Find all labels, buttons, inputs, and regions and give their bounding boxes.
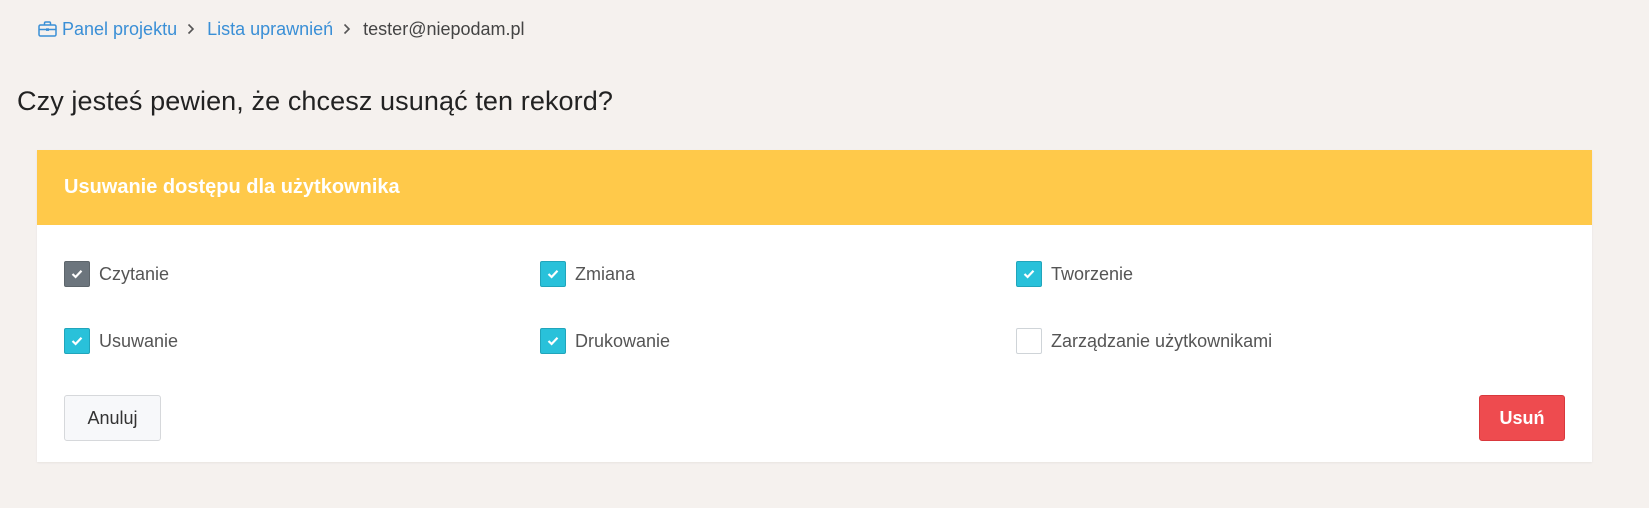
permission-user-management[interactable]: Zarządzanie użytkownikami — [1016, 328, 1272, 354]
print-checkbox[interactable] — [540, 328, 566, 354]
page-title: Czy jesteś pewien, że chcesz usunąć ten … — [17, 86, 613, 116]
check-icon — [547, 270, 559, 279]
delete-checkbox[interactable] — [64, 328, 90, 354]
chevron-right-icon — [343, 23, 351, 35]
user-management-label: Zarządzanie użytkownikami — [1051, 330, 1273, 351]
breadcrumb: Panel projektu Lista uprawnień tester@ni… — [38, 16, 525, 42]
delete-access-card: Usuwanie dostępu dla użytkownika Czytani… — [37, 150, 1592, 462]
change-label: Zmiana — [575, 263, 636, 284]
permission-change[interactable]: Zmiana — [540, 261, 635, 287]
create-label: Tworzenie — [1051, 263, 1134, 284]
create-checkbox[interactable] — [1016, 261, 1042, 287]
change-checkbox[interactable] — [540, 261, 566, 287]
delete-label: Usuwanie — [99, 330, 179, 351]
permission-read[interactable]: Czytanie — [64, 261, 169, 287]
check-icon — [1023, 270, 1035, 279]
breadcrumb-project-panel-link[interactable]: Panel projektu — [38, 19, 177, 40]
print-label: Drukowanie — [575, 330, 671, 351]
breadcrumb-permissions-list-link[interactable]: Lista uprawnień — [207, 19, 333, 40]
card-header-title: Usuwanie dostępu dla użytkownika — [64, 176, 400, 198]
breadcrumb-current-user: tester@niepodam.pl — [363, 18, 525, 39]
briefcase-icon — [38, 21, 57, 37]
breadcrumb-project-panel-label: Panel projektu — [62, 18, 178, 39]
card-header: Usuwanie dostępu dla użytkownika — [37, 150, 1592, 225]
permission-delete[interactable]: Usuwanie — [64, 328, 178, 354]
permission-create[interactable]: Tworzenie — [1016, 261, 1133, 287]
chevron-right-icon — [187, 23, 195, 35]
permission-print[interactable]: Drukowanie — [540, 328, 670, 354]
read-label: Czytanie — [99, 263, 170, 284]
cancel-button[interactable]: Anuluj — [64, 395, 161, 441]
delete-button[interactable]: Usuń — [1479, 395, 1565, 441]
check-icon — [71, 337, 83, 346]
check-icon — [71, 270, 83, 279]
read-checkbox[interactable] — [64, 261, 90, 287]
check-icon — [547, 337, 559, 346]
user-management-checkbox[interactable] — [1016, 328, 1042, 354]
